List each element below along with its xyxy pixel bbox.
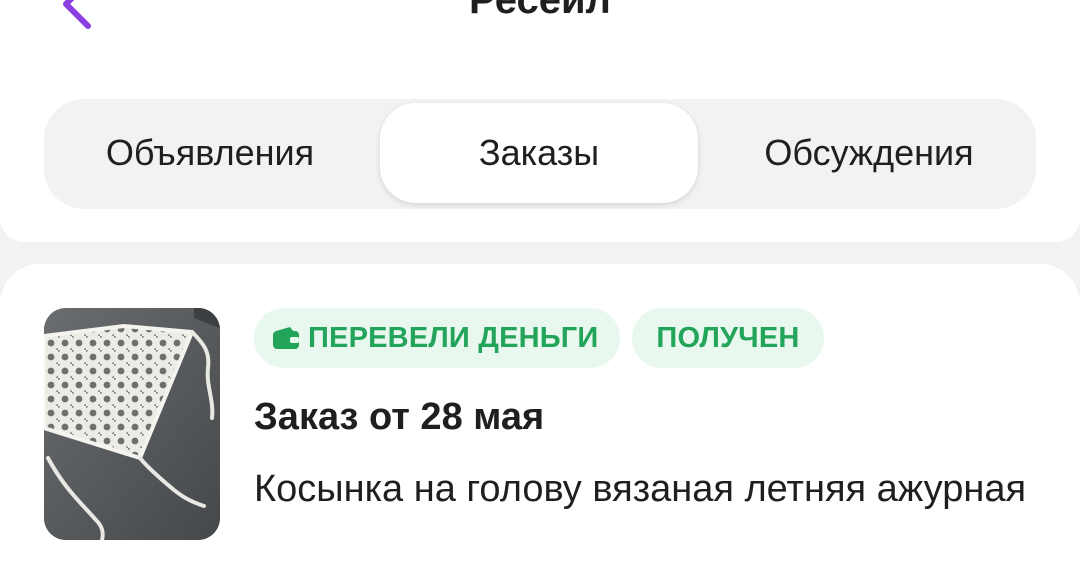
order-title: Заказ от 28 мая bbox=[254, 396, 545, 438]
order-description: Косынка на голову вязаная летняя ажурная bbox=[254, 468, 1027, 510]
wallet-icon bbox=[273, 327, 299, 349]
page-title: Ресейл bbox=[469, 0, 611, 22]
crochet-kerchief-image bbox=[44, 308, 220, 540]
status-badge-received: ПОЛУЧЕН bbox=[632, 308, 824, 368]
status-badge-money-transferred: ПЕРЕВЕЛИ ДЕНЬГИ bbox=[254, 308, 620, 368]
order-card[interactable]: ПЕРЕВЕЛИ ДЕНЬГИ ПОЛУЧЕН Заказ от 28 мая … bbox=[0, 264, 1080, 564]
header-sheet: Ресейл Объявления Заказы Обсуждения bbox=[0, 0, 1080, 242]
tab-discussions[interactable]: Обсуждения bbox=[704, 103, 1034, 203]
badge-label: ПЕРЕВЕЛИ ДЕНЬГИ bbox=[308, 321, 599, 354]
tab-listings[interactable]: Объявления bbox=[44, 103, 376, 203]
product-thumbnail[interactable] bbox=[44, 308, 220, 540]
tab-orders[interactable]: Заказы bbox=[380, 103, 698, 203]
badge-label: ПОЛУЧЕН bbox=[656, 321, 800, 354]
segmented-tabs: Объявления Заказы Обсуждения bbox=[44, 99, 1036, 209]
